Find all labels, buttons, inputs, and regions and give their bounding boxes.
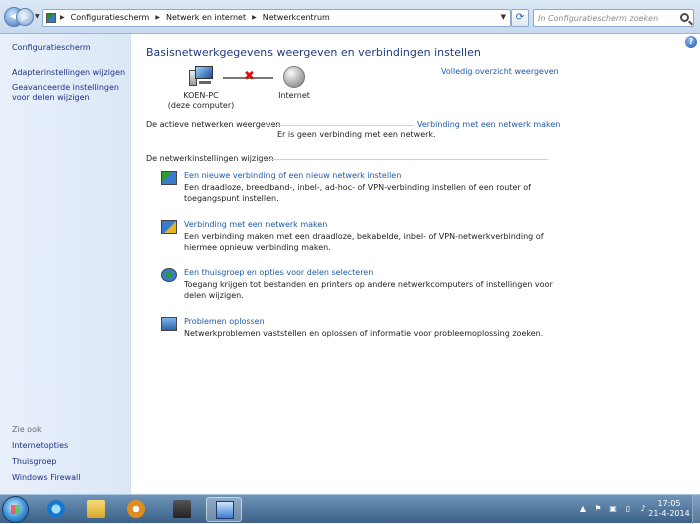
taskbar-game[interactable] [164, 497, 200, 522]
taskbar: ▲ ⚑ ▣ ▯ ♪ 17:05 21-4-2014 [0, 494, 700, 524]
refresh-button[interactable]: ⟳ [511, 9, 529, 27]
power-icon[interactable]: ▯ [623, 503, 633, 514]
chevron-right-icon[interactable]: ▶ [252, 14, 257, 21]
page-title: Basisnetwerkgegevens weergeven en verbin… [146, 46, 481, 59]
taskbar-network-center[interactable] [206, 497, 242, 522]
computer-label: KOEN-PC (deze computer) [161, 91, 241, 111]
troubleshoot-icon [161, 317, 177, 331]
sidebar-item-internetopties[interactable]: Internetopties [12, 441, 68, 451]
active-networks-heading: De actieve netwerken weergeven [146, 120, 281, 129]
sidebar: Configuratiescherm Adapterinstellingen w… [0, 34, 131, 494]
refresh-icon: ⟳ [515, 12, 525, 23]
divider [264, 159, 548, 160]
task-troubleshoot-link[interactable]: Problemen oplossen [184, 317, 265, 326]
forward-button[interactable]: ▶ [16, 8, 34, 26]
full-view-link[interactable]: Volledig overzicht weergeven [441, 67, 559, 76]
address-bar: ◀ ▶ ▼ ▶ Configuratiescherm ▶ Netwerk en … [0, 0, 700, 34]
main-content: ? Basisnetwerkgegevens weergeven en verb… [131, 34, 700, 494]
clock-time: 17:05 [657, 499, 681, 508]
taskbar-internet-explorer[interactable] [38, 497, 74, 522]
computer-subtitle: (deze computer) [167, 101, 235, 110]
computer-name: KOEN-PC [183, 91, 219, 100]
history-dropdown-icon[interactable]: ▼ [35, 13, 40, 20]
media-player-icon [127, 500, 145, 518]
computer-icon [189, 66, 215, 88]
network-status-icon[interactable]: ▣ [608, 503, 618, 514]
system-tray: ▲ ⚑ ▣ ▯ ♪ [578, 503, 648, 514]
taskbar-media-player[interactable] [118, 497, 154, 522]
control-panel-icon [46, 13, 56, 23]
start-button[interactable] [2, 496, 29, 523]
globe-icon [283, 66, 305, 88]
sidebar-item-adapter-settings[interactable]: Adapterinstellingen wijzigen [12, 68, 125, 78]
see-also-heading: Zie ook [12, 425, 42, 434]
task-description: Netwerkproblemen vaststellen en oplossen… [184, 329, 544, 338]
clock-date: 21-4-2014 [648, 509, 690, 518]
settings-heading: De netwerkinstellingen wijzigen [146, 154, 274, 163]
task-description: Toegang krijgen tot bestanden en printer… [184, 280, 553, 300]
sidebar-item-advanced-sharing[interactable]: Geavanceerde instellingen voor delen wij… [12, 83, 130, 103]
breadcrumb-netwerkcentrum[interactable]: Netwerkcentrum [263, 13, 330, 22]
show-desktop-button[interactable] [692, 495, 700, 524]
sidebar-item-configuratiescherm[interactable]: Configuratiescherm [12, 43, 91, 53]
disconnected-x-icon: ✖ [244, 69, 255, 84]
address-dropdown-icon[interactable]: ▼ [501, 13, 506, 21]
taskbar-explorer[interactable] [78, 497, 114, 522]
folder-icon [87, 500, 105, 518]
task-new-connection-link[interactable]: Een nieuwe verbinding of een nieuw netwe… [184, 171, 401, 180]
task-homegroup-link[interactable]: Een thuisgroep en opties voor delen sele… [184, 268, 373, 277]
chevron-right-icon[interactable]: ▶ [60, 14, 65, 21]
network-center-icon [216, 501, 234, 519]
homegroup-icon [161, 268, 177, 282]
search-icon[interactable] [680, 13, 689, 22]
sidebar-item-windows-firewall[interactable]: Windows Firewall [12, 473, 80, 483]
divider [267, 125, 414, 126]
search-box[interactable] [533, 9, 694, 27]
internet-label: Internet [278, 91, 310, 100]
taskbar-clock[interactable]: 17:05 21-4-2014 [646, 499, 692, 519]
action-center-flag-icon[interactable]: ⚑ [593, 503, 603, 514]
internet-explorer-icon [47, 500, 65, 518]
sidebar-item-thuisgroep[interactable]: Thuisgroep [12, 457, 57, 467]
task-connect-network-link[interactable]: Verbinding met een netwerk maken [184, 220, 327, 229]
breadcrumb-netwerk-en-internet[interactable]: Netwerk en internet [166, 13, 246, 22]
connect-network-link[interactable]: Verbinding met een netwerk maken [417, 120, 560, 129]
forward-arrow-icon: ▶ [21, 12, 29, 23]
breadcrumb-configuratiescherm[interactable]: Configuratiescherm [71, 13, 150, 22]
help-icon[interactable]: ? [685, 36, 697, 48]
chevron-up-icon[interactable]: ▲ [578, 503, 588, 514]
breadcrumb[interactable]: ▶ Configuratiescherm ▶ Netwerk en intern… [42, 9, 511, 27]
connect-network-icon [161, 220, 177, 234]
chevron-right-icon[interactable]: ▶ [155, 14, 160, 21]
task-description: Een verbinding maken met een draadloze, … [184, 232, 544, 252]
game-icon [173, 500, 191, 518]
task-description: Een draadloze, breedband-, inbel-, ad-ho… [184, 183, 531, 203]
network-setup-icon [161, 171, 177, 185]
search-input[interactable] [538, 12, 674, 24]
no-connection-text: Er is geen verbinding met een netwerk. [277, 130, 436, 139]
